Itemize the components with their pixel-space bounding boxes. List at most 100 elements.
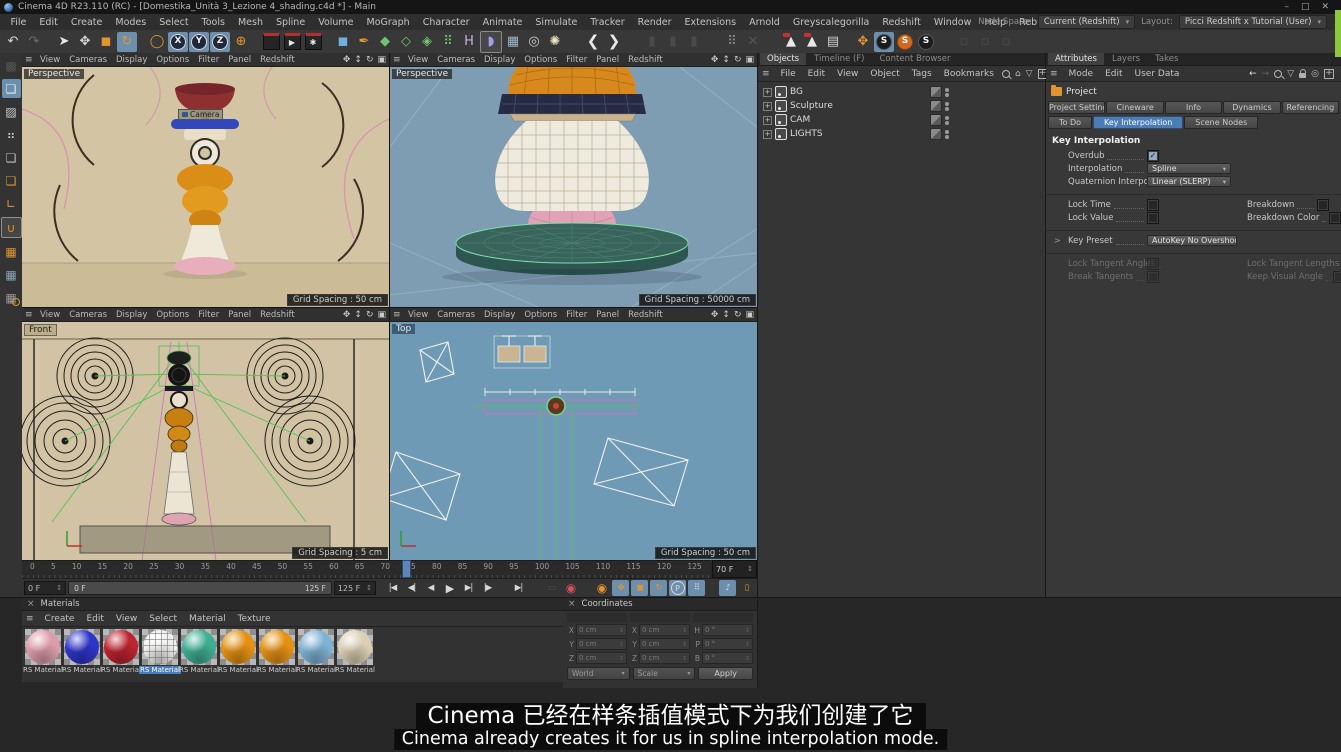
record-scale-button[interactable]: ◼ <box>631 580 648 596</box>
spinner-icon[interactable]: ↕ <box>747 565 753 573</box>
key-preset-dropdown[interactable]: AutoKey No Overshoot▾ <box>1147 235 1237 246</box>
model-mode-icon[interactable]: ❏ <box>2 79 21 98</box>
timeline-ruler[interactable]: 0510152025303540455055606570758085909510… <box>22 560 710 578</box>
rotate-tool-icon[interactable]: ↻ <box>117 32 137 52</box>
viewport-menu-item[interactable]: Panel <box>592 310 624 320</box>
materials-menu-item[interactable]: View <box>110 614 143 624</box>
floor-icon[interactable]: ▦ <box>503 32 523 52</box>
coordinate-mode-dropdown[interactable]: World▾ <box>567 667 630 680</box>
attributes-menu-item[interactable]: User Data <box>1129 69 1186 79</box>
attributes-menu-item[interactable]: Mode <box>1063 69 1100 79</box>
rotation-p-field[interactable]: 0 °↕ <box>702 638 753 650</box>
prev-frame-button[interactable]: ◀ <box>422 580 439 596</box>
snap-magnet-icon[interactable]: ∪ <box>1 217 22 238</box>
current-frame-field[interactable]: 70 F↕ <box>712 560 757 578</box>
object-name[interactable]: LIGHTS <box>790 129 823 139</box>
menu-item[interactable]: Spline <box>269 17 311 28</box>
viewport-menu-item[interactable]: Filter <box>194 310 224 320</box>
menu-item[interactable]: MoGraph <box>360 17 416 28</box>
move-tool-icon[interactable]: ✥ <box>75 32 95 52</box>
filmstrip-button[interactable]: ▯ <box>738 580 755 596</box>
expand-arrows-icon[interactable]: ✥ <box>853 32 873 52</box>
rotate-viewport-icon[interactable]: ↻ <box>366 55 374 65</box>
viewport-menu-item[interactable]: Filter <box>562 310 592 320</box>
redo-icon[interactable]: ↷ <box>24 32 44 52</box>
viewport-menu-item[interactable]: Cameras <box>65 55 112 65</box>
close-icon[interactable]: × <box>27 599 35 609</box>
add-clones-icon[interactable]: ⠿ <box>438 32 458 52</box>
object-enable-toggle[interactable] <box>930 128 942 140</box>
size-y-field[interactable]: 0 cm↕ <box>639 638 690 650</box>
maximize-viewport-icon[interactable]: ▣ <box>745 310 754 320</box>
search-icon[interactable] <box>1002 70 1010 78</box>
object-row[interactable]: + LIGHTS <box>758 127 1045 141</box>
attributes-tab-button[interactable]: To Do <box>1048 116 1092 129</box>
menu-item[interactable]: Create <box>64 17 109 28</box>
close-button[interactable]: ✕ <box>1321 2 1329 12</box>
viewport-menu-item[interactable]: Redshift <box>256 55 300 65</box>
materials-menu-item[interactable]: Material <box>183 614 232 624</box>
viewport-menu-item[interactable]: View <box>404 310 433 320</box>
attributes-tab-button[interactable]: Cineware <box>1106 101 1163 114</box>
objects-menu-item[interactable]: Edit <box>802 69 831 79</box>
material-pink[interactable]: RS Material <box>24 629 62 674</box>
panel-tab[interactable]: Takes <box>1148 53 1185 65</box>
hamburger-icon[interactable]: ≡ <box>1050 69 1058 79</box>
falloff-cone-icon[interactable]: ▲ <box>781 32 801 52</box>
object-row[interactable]: + CAM <box>758 113 1045 127</box>
attributes-tab-button[interactable]: Info <box>1165 101 1222 114</box>
viewport-menu-item[interactable]: Cameras <box>433 310 480 320</box>
expand-icon[interactable]: + <box>763 102 772 111</box>
menu-item[interactable]: Window <box>927 17 977 28</box>
grid-array-icon[interactable]: ⠿ <box>722 32 742 52</box>
menu-item[interactable]: File <box>4 17 33 28</box>
objects-menu-item[interactable]: Tags <box>906 69 938 79</box>
last-tool-icon[interactable]: ◯ <box>147 32 167 52</box>
falloff-cone-2-icon[interactable]: ▲ <box>802 32 822 52</box>
axis-mode-icon[interactable]: ∟ <box>2 194 21 213</box>
pan-viewport-icon[interactable]: ✥ <box>343 55 351 65</box>
viewport-menu-item[interactable]: Panel <box>224 310 256 320</box>
menu-item[interactable]: Select <box>153 17 195 28</box>
materials-menu-item[interactable]: Edit <box>80 614 109 624</box>
panel-tab[interactable]: Content Browser <box>873 53 958 65</box>
expand-icon[interactable]: + <box>763 130 772 139</box>
dolly-viewport-icon[interactable]: ↕ <box>722 310 730 320</box>
play-button[interactable]: ▶ <box>441 580 458 596</box>
render-settings-icon[interactable]: ✱ <box>303 32 323 52</box>
menu-item[interactable]: Extensions <box>678 17 743 28</box>
light-icon[interactable]: ✺ <box>545 32 565 52</box>
objects-menu-item[interactable]: View <box>831 69 864 79</box>
material-red[interactable]: RS Material <box>102 629 140 674</box>
node-space-dropdown[interactable]: Current (Redshift)▾ <box>1038 15 1135 29</box>
record-pla-button[interactable]: ⠿ <box>688 580 705 596</box>
lock-value-checkbox[interactable] <box>1147 212 1159 224</box>
viewport-label[interactable]: Front <box>24 324 57 336</box>
material-cream[interactable]: RS Material <box>336 629 374 674</box>
substance-2-icon[interactable]: S <box>895 32 915 52</box>
position-y-field[interactable]: 0 cm↕ <box>576 638 627 650</box>
playhead[interactable] <box>402 560 411 578</box>
nav-forward-icon[interactable]: ❯ <box>604 32 624 52</box>
filter-icon[interactable]: ▽ <box>1026 69 1033 79</box>
rotate-viewport-icon[interactable]: ↻ <box>366 310 374 320</box>
preview-range-slider[interactable]: 0 F125 F <box>68 581 332 595</box>
add-sds-icon[interactable]: ◇ <box>396 32 416 52</box>
menu-item[interactable]: Redshift <box>876 17 928 28</box>
panel-tab[interactable]: Layers <box>1105 53 1147 65</box>
materials-menu-item[interactable]: Texture <box>232 614 277 624</box>
object-name[interactable]: CAM <box>790 115 810 125</box>
menu-item[interactable]: Mesh <box>231 17 269 28</box>
rotation-b-field[interactable]: 0 °↕ <box>702 652 753 664</box>
lock-tangent-angles-checkbox[interactable] <box>1147 258 1159 270</box>
sound-button[interactable]: ♪ <box>719 580 736 596</box>
target-icon[interactable]: ◎ <box>1311 69 1319 79</box>
hamburger-icon[interactable]: ≡ <box>26 614 34 624</box>
material-white-selected[interactable]: RS Material <box>141 629 179 674</box>
viewport-canvas[interactable]: Front <box>22 322 389 560</box>
maximize-viewport-icon[interactable]: ▣ <box>745 55 754 65</box>
hamburger-icon[interactable]: ≡ <box>25 310 33 320</box>
dolly-viewport-icon[interactable]: ↕ <box>354 55 362 65</box>
viewport-menu-item[interactable]: Redshift <box>624 310 668 320</box>
menu-item[interactable]: Tracker <box>584 17 631 28</box>
